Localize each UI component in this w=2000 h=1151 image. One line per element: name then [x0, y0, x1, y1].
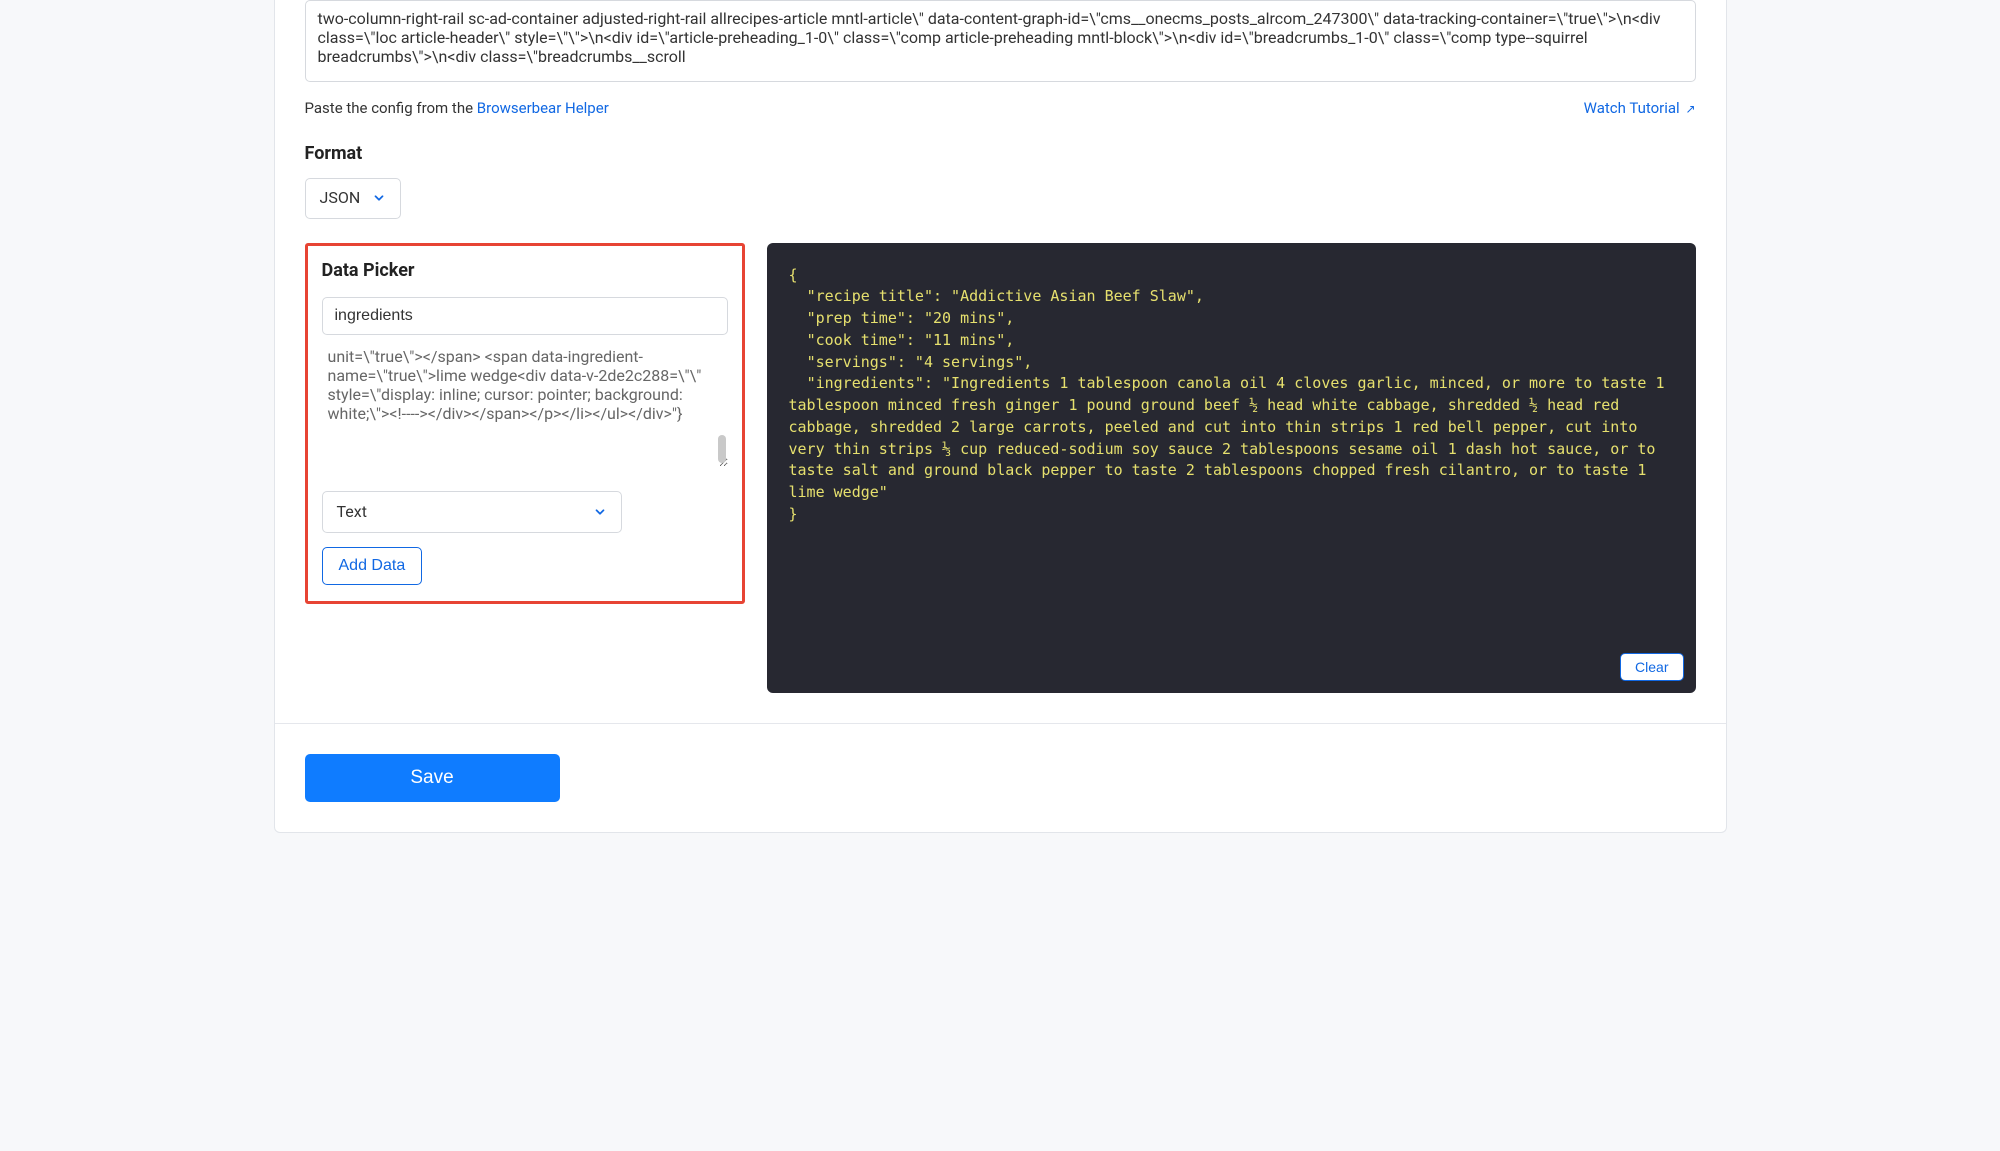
data-picker-panel: Data Picker Text Add Data: [305, 243, 745, 605]
format-label: Format: [305, 141, 1696, 166]
output-json-text: { "recipe title": "Addictive Asian Beef …: [789, 266, 1674, 523]
chevron-down-icon: [593, 505, 607, 519]
save-button[interactable]: Save: [305, 754, 560, 802]
config-textarea[interactable]: [305, 0, 1696, 82]
data-type-select[interactable]: Text: [322, 491, 622, 533]
chevron-down-icon: [372, 191, 386, 205]
add-data-button[interactable]: Add Data: [322, 547, 423, 585]
browserbear-helper-link[interactable]: Browserbear Helper: [477, 99, 609, 117]
watch-tutorial-link[interactable]: Watch Tutorial ↗: [1584, 98, 1696, 119]
picker-html-textarea[interactable]: [322, 347, 728, 467]
helper-row: Paste the config from the Browserbear He…: [305, 98, 1696, 119]
format-selected-value: JSON: [320, 187, 361, 209]
external-link-icon: ↗: [1685, 102, 1695, 116]
data-picker-title: Data Picker: [322, 258, 728, 283]
picker-name-input[interactable]: [322, 297, 728, 335]
scrollbar-thumb[interactable]: [718, 435, 726, 463]
helper-text: Paste the config from the Browserbear He…: [305, 98, 609, 119]
clear-button[interactable]: Clear: [1620, 653, 1683, 681]
data-type-selected-value: Text: [337, 501, 367, 523]
output-json-panel: { "recipe title": "Addictive Asian Beef …: [767, 243, 1696, 693]
format-select[interactable]: JSON: [305, 178, 402, 218]
